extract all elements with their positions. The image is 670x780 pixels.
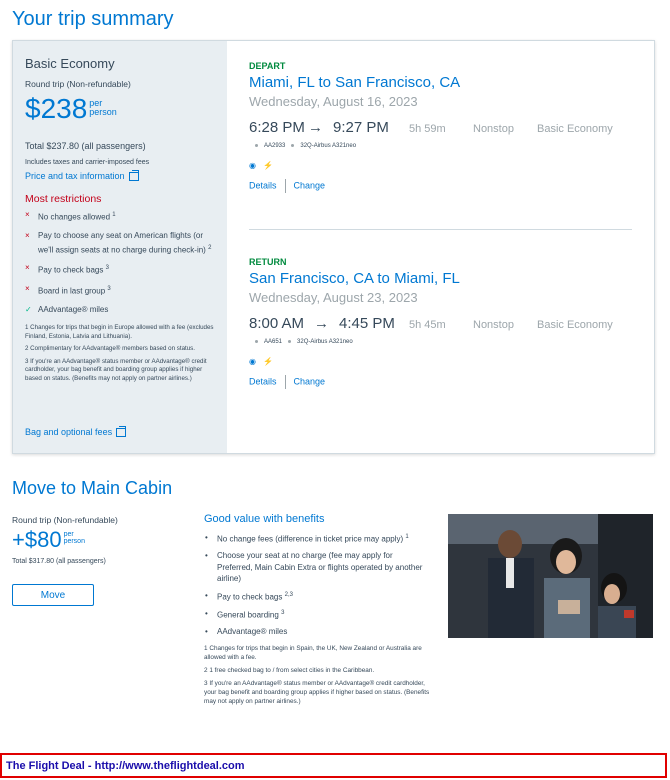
segment-divider	[249, 229, 632, 230]
footnote: 1 Changes for trips that begin in Spain,…	[204, 645, 422, 661]
fare-price: $238 per person	[25, 93, 117, 125]
return-segment: RETURN San Francisco, CA to Miami, FL We…	[249, 257, 639, 389]
restriction-item: × No changes allowed 1	[25, 210, 116, 222]
return-label: RETURN	[249, 257, 287, 267]
flight-info: AA2933 32Q-Airbus A321neo	[249, 143, 639, 149]
x-icon: ×	[25, 263, 30, 273]
price-amount: $238	[25, 93, 88, 124]
restriction-item: × Board in last group 3	[25, 283, 111, 296]
footnote: 1 Changes for trips that begin in Europe…	[25, 324, 214, 340]
benefit-item: AAdvantage® miles	[204, 626, 426, 638]
depart-date: Wednesday, August 16, 2023	[249, 94, 418, 109]
promo-banner: The Flight Deal - http://www.theflightde…	[0, 753, 667, 778]
cabin-photo	[448, 514, 653, 638]
depart-times: 6:28 PM → 9:27 PM 5h 59m Nonstop Basic E…	[249, 119, 639, 141]
departure-time: 6:28 PM	[249, 119, 305, 136]
banner-link[interactable]: The Flight Deal - http://www.theflightde…	[6, 760, 245, 772]
bag-fees-link[interactable]: Bag and optional fees	[25, 426, 127, 438]
cabin: Basic Economy	[537, 319, 613, 331]
x-icon: ×	[25, 230, 30, 240]
change-link[interactable]: Change	[294, 376, 326, 386]
duration: 5h 45m	[409, 319, 446, 331]
benefits-list: No change fees (difference in ticket pri…	[204, 532, 426, 642]
taxes-note: Includes taxes and carrier-imposed fees	[25, 159, 150, 166]
external-link-icon	[128, 170, 139, 182]
footnote: 3 If you're an AAdvantage® status member…	[204, 680, 430, 705]
stops: Nonstop	[473, 123, 514, 135]
depart-label: DEPART	[249, 61, 286, 71]
change-link[interactable]: Change	[294, 180, 326, 190]
restriction-item: ✓ AAdvantage® miles	[25, 304, 109, 314]
wifi-icon: ◉	[249, 357, 256, 366]
power-icon: ⚡	[263, 161, 273, 170]
total-price: Total $237.80 (all passengers)	[25, 141, 146, 151]
x-icon: ×	[25, 210, 30, 219]
check-icon: ✓	[25, 304, 32, 314]
main-cabin-price: +$80 per person	[12, 527, 85, 553]
benefit-item: No change fees (difference in ticket pri…	[204, 532, 426, 545]
x-icon: ×	[25, 283, 30, 293]
duration: 5h 59m	[409, 123, 446, 135]
price-amount: +$80	[12, 527, 62, 552]
restrictions-list: × No changes allowed 1 × Pay to choose any…	[25, 209, 215, 322]
amenities: ◉ ⚡	[249, 351, 639, 366]
benefit-item: General boarding 3	[204, 608, 426, 621]
benefit-item: Choose your seat at no charge (fee may a…	[204, 550, 426, 585]
benefit-item: Pay to check bags 2,3	[204, 590, 426, 603]
return-date: Wednesday, August 23, 2023	[249, 290, 418, 305]
restriction-footnotes: 1 Changes for trips that begin in Europe…	[25, 324, 215, 387]
main-cabin-trip-type: Round trip (Non-refundable)	[12, 515, 118, 525]
details-link[interactable]: Details	[249, 376, 277, 386]
segment-links: Details Change	[249, 179, 639, 193]
depart-segment: DEPART Miami, FL to San Francisco, CA We…	[249, 61, 639, 193]
restriction-item: × Pay to check bags 3	[25, 263, 109, 275]
wifi-icon: ◉	[249, 161, 256, 170]
arrival-time: 4:45 PM	[339, 315, 395, 332]
stops: Nonstop	[473, 319, 514, 331]
page-title: Your trip summary	[12, 8, 174, 30]
return-route: San Francisco, CA to Miami, FL	[249, 270, 460, 287]
return-times: 8:00 AM → 4:45 PM 5h 45m Nonstop Basic E…	[249, 315, 639, 337]
amenities: ◉ ⚡	[249, 155, 639, 170]
cabin: Basic Economy	[537, 123, 613, 135]
benefit-footnotes: 1 Changes for trips that begin in Spain,…	[204, 644, 434, 710]
footnote: 2 1 free checked bag to / from select ci…	[204, 667, 375, 674]
footnote: 2 Complimentary for AAdvantage® members …	[25, 345, 195, 352]
depart-route: Miami, FL to San Francisco, CA	[249, 74, 461, 91]
price-tax-link[interactable]: Price and tax information	[25, 170, 139, 182]
per-person-label: per person	[89, 98, 117, 117]
external-link-icon	[116, 426, 127, 438]
benefits-title: Good value with benefits	[204, 513, 325, 525]
main-cabin-title: Move to Main Cabin	[12, 478, 173, 498]
per-person-label: per person	[63, 531, 85, 545]
details-link[interactable]: Details	[249, 180, 277, 190]
footnote: 3 If you're an AAdvantage® status member…	[25, 357, 207, 382]
trip-type: Round trip (Non-refundable)	[25, 79, 131, 89]
segment-links: Details Change	[249, 375, 639, 389]
fare-summary-panel: Basic Economy Round trip (Non-refundable…	[13, 41, 227, 453]
arrow-icon: →	[314, 315, 329, 332]
fare-name: Basic Economy	[25, 56, 115, 71]
main-cabin-total: Total $317.80 (all passengers)	[12, 558, 106, 565]
departure-time: 8:00 AM	[249, 315, 305, 332]
flight-info: AA651 32Q-Airbus A321neo	[249, 339, 639, 345]
move-button[interactable]: Move	[12, 584, 94, 606]
arrow-icon: →	[308, 119, 323, 136]
power-icon: ⚡	[263, 357, 273, 366]
restrictions-title: Most restrictions	[25, 193, 102, 205]
trip-summary-card: Basic Economy Round trip (Non-refundable…	[12, 40, 655, 454]
arrival-time: 9:27 PM	[333, 119, 389, 136]
restriction-item: × Pay to choose any seat on American flig…	[25, 230, 212, 255]
